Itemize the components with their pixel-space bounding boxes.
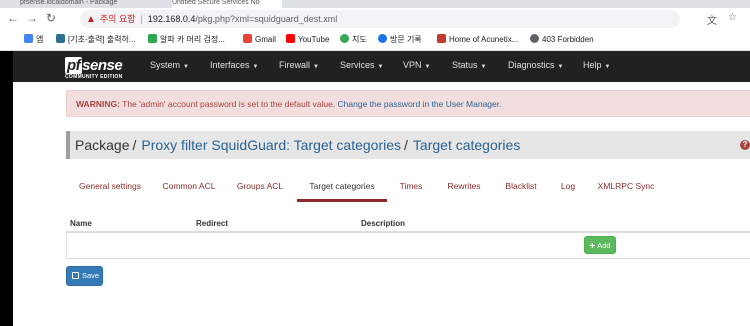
breadcrumb-link[interactable]: Target categories xyxy=(413,137,520,153)
reload-icon[interactable]: ↻ xyxy=(44,11,58,25)
menu-services[interactable]: Services ▼ xyxy=(340,60,383,70)
menu-vpn[interactable]: VPN ▼ xyxy=(403,60,430,70)
globe-icon xyxy=(530,34,539,43)
breadcrumb: Package / Proxy filter SquidGuard: Target … xyxy=(66,131,750,159)
security-label: 주의 요함 xyxy=(99,14,136,24)
tab-rewrites[interactable]: Rewrites xyxy=(443,175,485,199)
caret-down-icon: ▼ xyxy=(604,64,611,70)
url-host: 192.168.0.4 xyxy=(147,14,196,24)
caret-down-icon: ▼ xyxy=(480,64,487,70)
maps-icon xyxy=(340,34,349,43)
browser-tab[interactable]: Untitled Secure Services No xyxy=(172,0,282,8)
menu-firewall[interactable]: Firewall ▼ xyxy=(279,60,319,70)
menu-system[interactable]: System ▼ xyxy=(150,60,189,70)
column-header-redirect: Redirect xyxy=(196,219,229,228)
tab-groups-acl[interactable]: Groups ACL xyxy=(232,175,288,199)
caret-down-icon: ▼ xyxy=(183,64,189,70)
bookmark-acunetix[interactable]: Home of Acunetix... xyxy=(437,34,518,46)
menu-interfaces[interactable]: Interfaces ▼ xyxy=(210,60,258,70)
gmail-icon xyxy=(243,34,252,43)
url-separator: | xyxy=(140,14,143,24)
tab-blacklist[interactable]: Blacklist xyxy=(501,175,541,199)
caret-down-icon: ▼ xyxy=(252,64,259,70)
side-strip xyxy=(0,51,13,326)
bookmarks-bar: 앱 [기초-출력] 출력하... 알파 카 머리 검정... Gmail You… xyxy=(0,30,750,51)
apps-icon xyxy=(24,34,33,43)
youtube-icon xyxy=(286,34,295,43)
column-header-name: Name xyxy=(70,219,92,228)
acunetix-icon xyxy=(437,34,446,43)
caret-down-icon: ▼ xyxy=(557,64,564,70)
breadcrumb-root: Package xyxy=(75,137,130,153)
tab-common-acl[interactable]: Common ACL xyxy=(158,175,220,199)
pfsense-logo[interactable]: pf sense COMMUNITY EDITION xyxy=(65,57,123,80)
bookmark-maps[interactable]: 지도 xyxy=(340,34,367,46)
bookmark-forbidden[interactable]: 403 Forbidden xyxy=(530,34,594,46)
menu-help[interactable]: Help ▼ xyxy=(583,60,610,70)
bookmark-youtube[interactable]: YouTube xyxy=(286,34,329,46)
back-icon[interactable]: ← xyxy=(6,11,20,25)
breadcrumb-link[interactable]: Proxy filter SquidGuard: Target categori… xyxy=(141,137,401,153)
bookmark-item[interactable]: 알파 카 머리 검정... xyxy=(148,34,225,46)
column-header-description: Description xyxy=(361,219,406,228)
caret-down-icon: ▼ xyxy=(377,64,384,70)
plus-icon: + xyxy=(589,241,596,252)
save-button[interactable]: Save xyxy=(66,266,103,286)
browser-tab-strip: pfsense.localdomain - Package Untitled S… xyxy=(0,0,750,8)
history-icon xyxy=(378,34,387,43)
bookmark-gmail[interactable]: Gmail xyxy=(243,34,276,46)
bookmark-history[interactable]: 방문 기록 xyxy=(378,34,422,46)
tab-bar: General settings Common ACL Groups ACL T… xyxy=(66,175,750,202)
tab-xmlrpc-sync[interactable]: XMLRPC Sync xyxy=(594,175,658,199)
tab-general-settings[interactable]: General settings xyxy=(72,175,148,199)
shop-icon xyxy=(148,34,157,43)
url-path: /pkg.php?xml=squidguard_dest.xml xyxy=(195,14,338,24)
caret-down-icon: ▼ xyxy=(424,64,431,70)
help-icon[interactable]: ? xyxy=(740,140,750,150)
add-button[interactable]: + Add xyxy=(584,236,616,254)
tab-log[interactable]: Log xyxy=(556,175,580,199)
bookmark-apps[interactable]: 앱 xyxy=(24,34,43,46)
top-navbar: pf sense COMMUNITY EDITION System ▼ Interf… xyxy=(13,51,750,82)
menu-diagnostics[interactable]: Diagnostics ▼ xyxy=(508,60,563,70)
table-header: Name Redirect Description xyxy=(66,216,750,232)
warning-icon: ▲ xyxy=(86,14,96,25)
url-input[interactable]: ▲ 주의 요함 | 192.168.0.4/pkg.php?xml=squidguar… xyxy=(80,10,680,28)
save-icon xyxy=(72,272,79,279)
star-icon[interactable]: ☆ xyxy=(728,12,737,23)
forward-icon[interactable]: → xyxy=(25,11,39,25)
default-password-alert: WARNING: The 'admin' account password is… xyxy=(66,90,750,117)
browser-tab[interactable]: pfsense.localdomain - Package xyxy=(20,0,160,8)
page-icon xyxy=(56,34,65,43)
menu-status[interactable]: Status ▼ xyxy=(452,60,486,70)
bookmark-item[interactable]: [기초-출력] 출력하... xyxy=(56,34,136,46)
tab-target-categories[interactable]: Target categories xyxy=(297,175,387,202)
translate-icon[interactable]: 文 xyxy=(707,12,717,27)
caret-down-icon: ▼ xyxy=(313,64,319,70)
table-row xyxy=(66,232,750,259)
tab-times[interactable]: Times xyxy=(395,175,427,199)
change-password-link[interactable]: Change the password in the User Manager. xyxy=(338,99,502,109)
